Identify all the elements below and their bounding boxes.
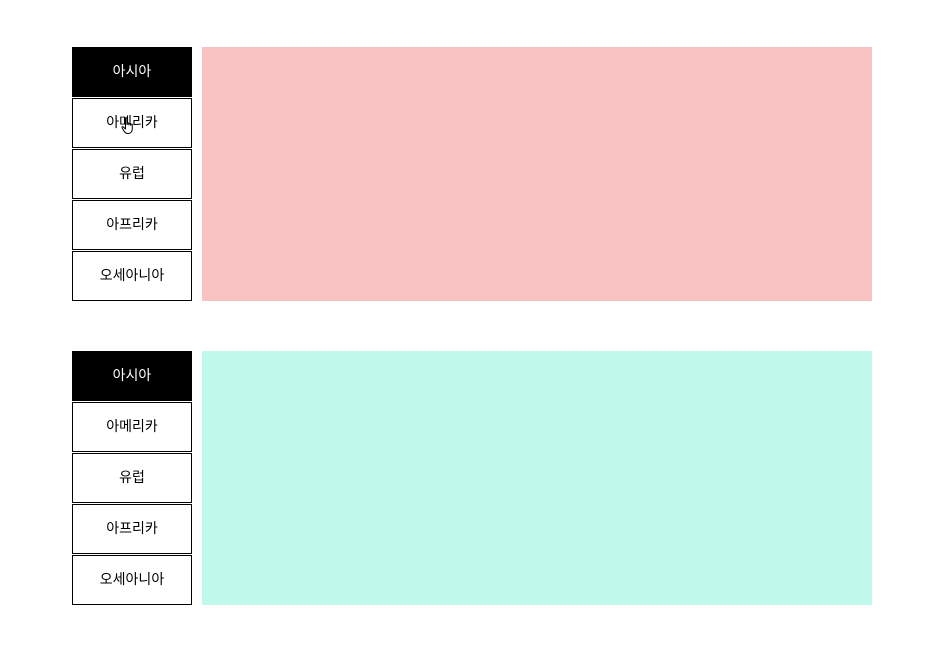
tab-group-2: 아시아 아메리카 유럽 아프리카 오세아니아: [72, 351, 872, 605]
tab-europe[interactable]: 유럽: [72, 453, 192, 503]
tab-list: 아시아 아메리카 유럽 아프리카 오세아니아: [72, 351, 192, 605]
tab-content-panel: [202, 47, 872, 301]
tab-america[interactable]: 아메리카: [72, 402, 192, 452]
tab-oceania[interactable]: 오세아니아: [72, 555, 192, 605]
tab-africa[interactable]: 아프리카: [72, 200, 192, 250]
tab-group-1: 아시아 아메리카 유럽 아프리카 오세아니아: [72, 47, 872, 301]
tab-content-panel: [202, 351, 872, 605]
tab-list: 아시아 아메리카 유럽 아프리카 오세아니아: [72, 47, 192, 301]
tab-europe[interactable]: 유럽: [72, 149, 192, 199]
tab-oceania[interactable]: 오세아니아: [72, 251, 192, 301]
tab-america[interactable]: 아메리카: [72, 98, 192, 148]
tab-africa[interactable]: 아프리카: [72, 504, 192, 554]
tab-asia[interactable]: 아시아: [72, 47, 192, 97]
tab-asia[interactable]: 아시아: [72, 351, 192, 401]
